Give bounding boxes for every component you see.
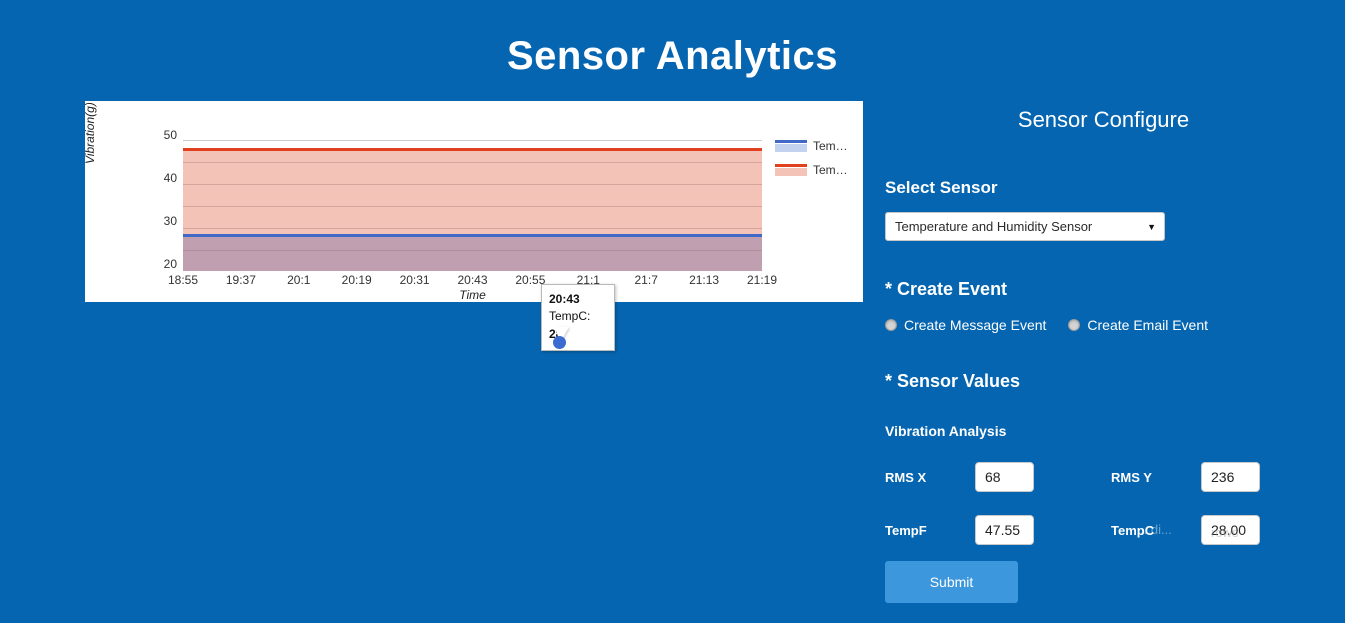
tooltip-label: TempC:: [549, 309, 591, 324]
chart-x-axis-title: Time: [459, 288, 486, 302]
legend-swatch-icon: [775, 140, 807, 152]
radio-button-icon[interactable]: [1068, 319, 1081, 331]
sensor-select-value: Temperature and Humidity Sensor: [895, 219, 1093, 234]
x-tick-3: 20:19: [341, 273, 372, 287]
y-tick-20: 20: [163, 257, 177, 271]
y-tick-40: 40: [163, 171, 177, 185]
legend-label-tempf: Tem…: [813, 163, 848, 177]
radio-label-email: Create Email Event: [1087, 317, 1209, 333]
field-tempf: TempF 47.55: [885, 515, 1034, 545]
y-tick-50: 50: [163, 128, 177, 142]
gridline-25: [183, 250, 762, 251]
create-event-heading: * Create Event: [885, 279, 1008, 299]
sensor-chart-card[interactable]: Vibration(g) 50 40 30 20 18:55 19:37 20:…: [83, 101, 863, 352]
gridline-45: [183, 162, 762, 163]
gridline-50: [183, 140, 762, 141]
tooltip-time: 20:43: [549, 292, 580, 306]
input-tempf[interactable]: 47.55: [975, 515, 1034, 545]
sensor-values-heading: * Sensor Values: [885, 371, 1021, 391]
input-tempc-value: 28.00: [1211, 522, 1247, 538]
chart-plot-area[interactable]: [183, 140, 762, 271]
label-rms-y: RMS Y: [1111, 469, 1152, 485]
series-tempc-line: [183, 234, 762, 237]
x-tick-8: 21:7: [634, 273, 658, 287]
main-layout: Vibration(g) 50 40 30 20 18:55 19:37 20:…: [0, 79, 1345, 603]
config-heading: Sensor Configure: [1017, 107, 1190, 132]
x-tick-10: 21:19: [746, 273, 778, 287]
x-tick-2: 20:1: [287, 273, 311, 287]
chart-data-point-marker[interactable]: [553, 336, 566, 349]
field-rms-x: RMS X 68: [885, 462, 1034, 492]
chart-column: Vibration(g) 50 40 30 20 18:55 19:37 20:…: [0, 79, 880, 603]
bottom-strip: [0, 617, 1345, 623]
select-sensor-label: Select Sensor: [885, 178, 998, 197]
series-tempf-line: [183, 148, 762, 151]
x-tick-9: 21:13: [689, 273, 720, 287]
chart-y-axis-ticks: 50 40 30 20: [141, 128, 177, 276]
chevron-down-icon: ▼: [1147, 221, 1156, 232]
create-event-options: Create Message Event Create Email Event: [885, 317, 1345, 333]
chart-legend: Tem… Tem…: [775, 139, 848, 177]
sensor-select-dropdown[interactable]: Temperature and Humidity Sensor ▼: [885, 212, 1165, 241]
legend-item-tempf[interactable]: Tem…: [775, 163, 848, 177]
y-tick-30: 30: [163, 214, 177, 228]
field-tempc: TempC ...di... rows 28.00: [1111, 515, 1260, 545]
radio-button-icon[interactable]: [885, 319, 897, 331]
temp-row: TempF 47.55 TempC ...di... rows 28.00: [885, 515, 1345, 545]
radio-create-email-event[interactable]: Create Email Event: [1068, 317, 1208, 333]
sensor-configure-panel: Sensor Configure Select Sensor Temperatu…: [880, 79, 1345, 603]
field-rms-y: RMS Y 236: [1111, 462, 1260, 492]
vibration-analysis-subheading: Vibration Analysis: [885, 423, 1007, 439]
chart-y-axis-title: Vibration(g): [83, 102, 97, 164]
label-rms-x: RMS X: [885, 469, 927, 485]
label-tempf: TempF: [885, 522, 927, 538]
x-tick-4: 20:31: [399, 273, 430, 287]
series-tempc-area: [183, 236, 762, 271]
legend-label-tempc: Tem…: [813, 139, 848, 153]
submit-button[interactable]: Submit: [885, 561, 1018, 603]
radio-label-message: Create Message Event: [904, 317, 1047, 333]
x-tick-5: 20:43: [457, 273, 488, 287]
x-tick-1: 19:37: [225, 273, 256, 287]
input-rms-x[interactable]: 68: [975, 462, 1034, 492]
legend-swatch-icon: [775, 164, 807, 176]
input-rms-y[interactable]: 236: [1201, 462, 1260, 492]
label-tempc: TempC: [1111, 522, 1155, 538]
rms-row: RMS X 68 RMS Y 236: [885, 462, 1345, 492]
gridline-40: [183, 184, 762, 185]
gridline-35: [183, 206, 762, 207]
legend-item-tempc[interactable]: Tem…: [775, 139, 848, 153]
radio-create-message-event[interactable]: Create Message Event: [885, 317, 1046, 333]
x-tick-0: 18:55: [167, 273, 199, 287]
config-body: Select Sensor Temperature and Humidity S…: [880, 178, 1345, 603]
page-title: Sensor Analytics: [506, 34, 839, 78]
gridline-30: [183, 228, 762, 229]
input-tempc[interactable]: ...di... rows 28.00: [1140, 515, 1260, 545]
